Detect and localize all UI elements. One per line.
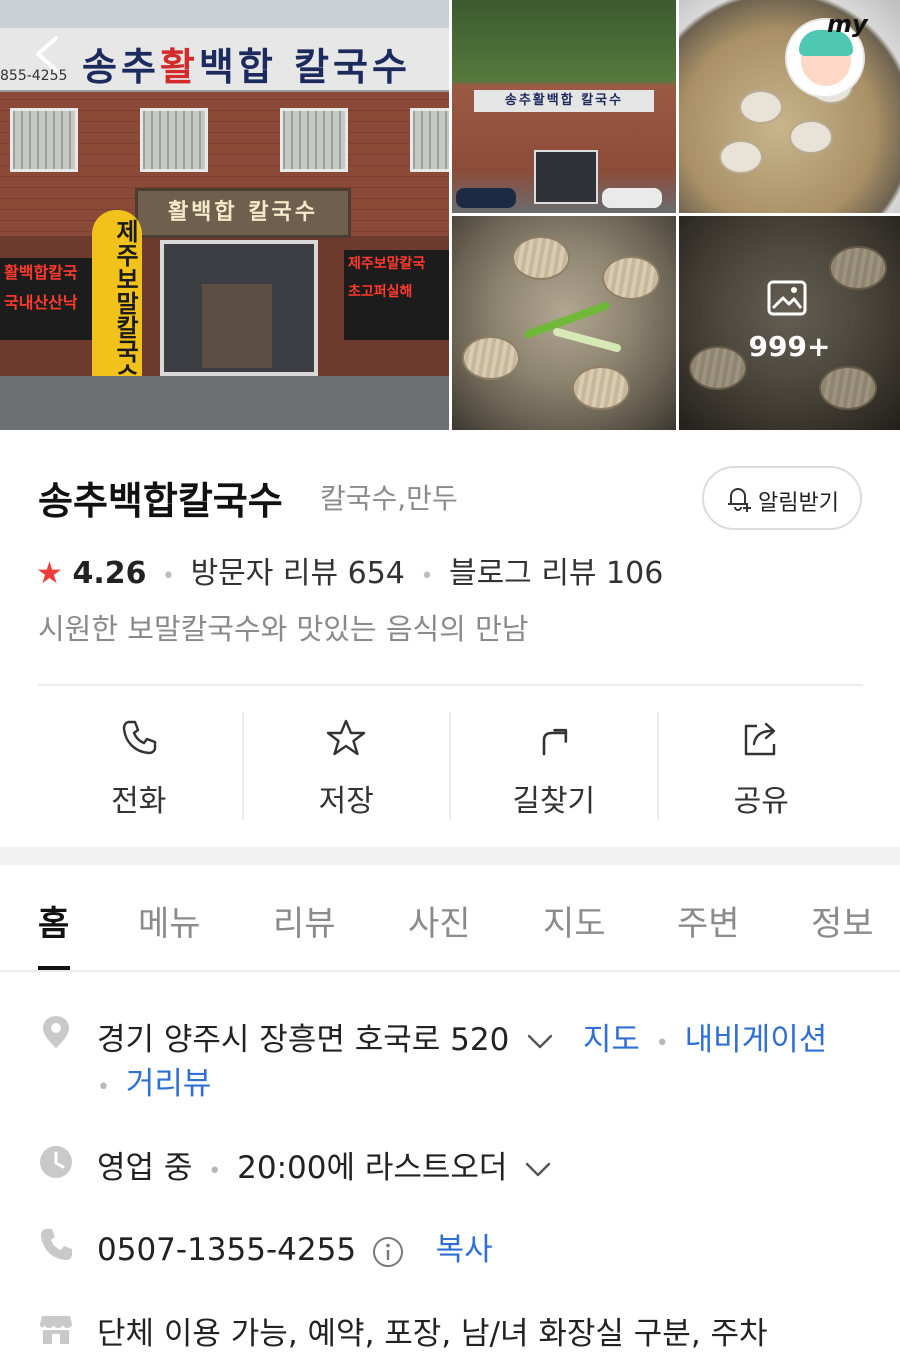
my-label: my — [827, 10, 868, 38]
notification-button-label: 알림받기 — [758, 491, 839, 516]
image-icon — [767, 280, 807, 316]
section-separator — [0, 847, 900, 865]
map-link[interactable]: 지도 — [583, 1022, 640, 1058]
share-button-label: 공유 — [733, 784, 789, 819]
tab-nearby[interactable]: 주변 — [677, 896, 740, 945]
navigation-link[interactable]: 내비게이션 — [685, 1022, 828, 1058]
photo-thumbnail-3[interactable] — [452, 216, 676, 430]
rating-score: 4.26 — [72, 556, 147, 591]
tab-bar: 홈 메뉴 리뷰 사진 지도 주변 정보 — [0, 866, 900, 972]
save-button-label: 저장 — [318, 784, 374, 819]
share-icon — [745, 722, 776, 756]
phone-icon — [41, 1229, 72, 1260]
call-button-label: 전화 — [111, 784, 167, 819]
back-arrow-icon[interactable] — [30, 36, 66, 72]
tab-photos[interactable]: 사진 — [408, 896, 471, 945]
small-storefront-sign: 송추활백합 칼국수 — [474, 90, 654, 112]
address-text: 경기 양주시 장흥면 호국로 520 — [97, 1022, 510, 1058]
directions-button-label: 길찾기 — [512, 784, 596, 819]
rating-star-icon: ★ — [36, 556, 63, 591]
right-banner: 제주보말칼국 초고퍼실해 — [344, 250, 449, 340]
chevron-down-icon[interactable] — [527, 1034, 553, 1050]
map-pin-icon — [43, 1016, 69, 1048]
info-icon[interactable] — [372, 1236, 404, 1268]
tab-reviews[interactable]: 리뷰 — [273, 896, 336, 945]
notification-button[interactable]: 알림받기 — [702, 466, 862, 530]
entrance-sign: 활백합 칼국수 — [135, 188, 351, 238]
phone-number[interactable]: 0507-1355-4255 — [97, 1232, 356, 1268]
tab-menu[interactable]: 메뉴 — [138, 896, 201, 945]
street-view-link[interactable]: 거리뷰 — [126, 1066, 212, 1102]
store-icon — [40, 1316, 72, 1344]
main-photo[interactable]: 송추활백합 칼국수 855-4255 활백합 칼국수 활백합칼국 국내산산낙 제… — [0, 0, 449, 430]
call-button[interactable]: 전화 — [36, 712, 242, 820]
action-bar: 전화 저장 길찾기 공유 — [36, 712, 864, 820]
bell-plus-icon — [728, 488, 751, 512]
rating-row: ★ 4.26 • 방문자 리뷰 654 • 블로그 리뷰 106 — [36, 556, 664, 591]
storefront-sign: 송추활백합 칼국수 855-4255 — [0, 28, 449, 93]
place-category: 칼국수,만두 — [320, 482, 458, 515]
storefront-sign-text: 송추활백합 칼국수 — [82, 45, 411, 89]
more-photos-count: 999+ — [748, 330, 831, 363]
place-tagline: 시원한 보말칼국수와 맛있는 음식의 만남 — [38, 612, 529, 646]
star-icon — [327, 719, 366, 756]
share-button[interactable]: 공유 — [656, 712, 865, 820]
clock-icon — [40, 1146, 72, 1178]
blog-reviews-link[interactable]: 블로그 리뷰 106 — [449, 556, 663, 591]
open-status: 영업 중 — [97, 1150, 193, 1186]
tab-home[interactable]: 홈 — [38, 896, 69, 945]
photo-gallery: 송추활백합 칼국수 855-4255 활백합 칼국수 활백합칼국 국내산산낙 제… — [0, 0, 900, 430]
phone-icon — [122, 720, 156, 755]
last-order-text: 20:00에 라스트오더 — [237, 1150, 508, 1186]
divider — [38, 684, 863, 686]
place-name: 송추백합칼국수 — [38, 479, 283, 523]
entrance — [160, 240, 318, 376]
chevron-down-icon[interactable] — [525, 1162, 551, 1178]
balloon-sign: 제주보말칼국수 — [92, 210, 142, 388]
left-banner: 활백합칼국 국내산산낙 — [0, 258, 100, 340]
directions-icon — [542, 728, 568, 756]
tab-map[interactable]: 지도 — [543, 896, 606, 945]
amenities-text: 단체 이용 가능, 예약, 포장, 남/녀 화장실 구분, 주차 — [97, 1316, 768, 1352]
my-profile-avatar[interactable]: my — [785, 10, 868, 98]
copy-phone-link[interactable]: 복사 — [436, 1232, 493, 1268]
save-button[interactable]: 저장 — [241, 712, 450, 820]
visitor-reviews-link[interactable]: 방문자 리뷰 654 — [191, 556, 405, 591]
directions-button[interactable]: 길찾기 — [449, 712, 657, 820]
photo-thumbnail-1[interactable]: 송추활백합 칼국수 — [452, 0, 676, 213]
tab-info[interactable]: 정보 — [811, 896, 874, 945]
more-photos-overlay[interactable]: 999+ — [679, 216, 900, 430]
active-tab-indicator — [38, 966, 70, 970]
